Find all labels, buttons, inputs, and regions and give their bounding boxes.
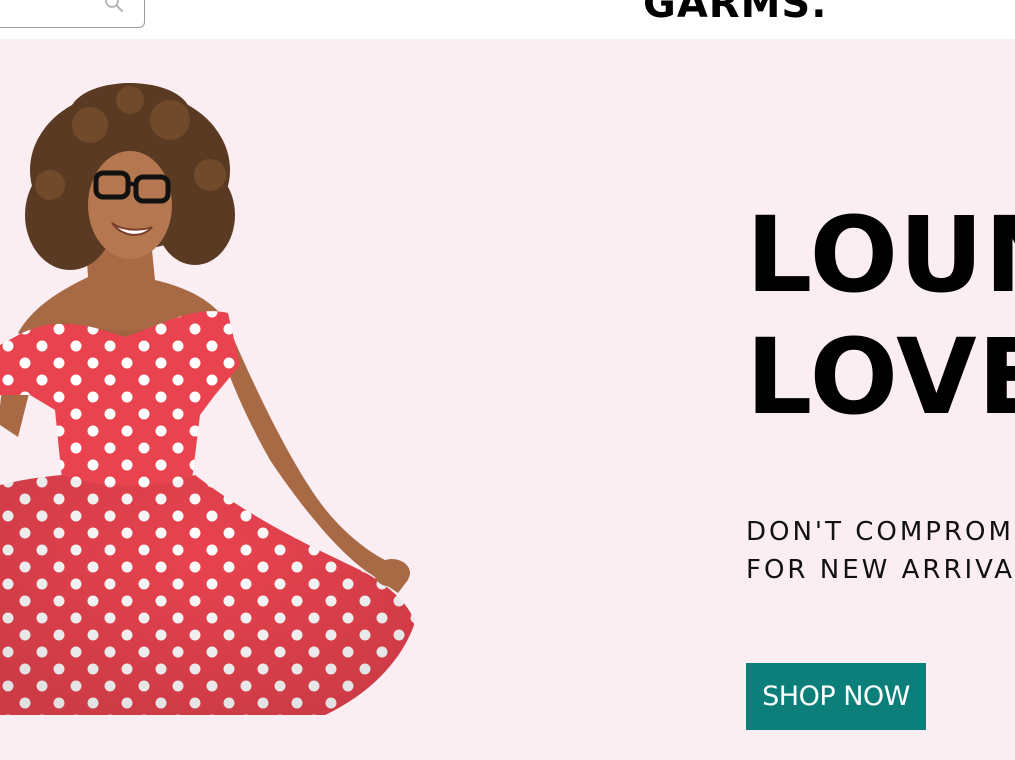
hero-subheading-line: DON'T COMPROM (746, 517, 1014, 547)
hero-banner: LOUN LOVE DON'T COMPROM FOR NEW ARRIVA S… (0, 39, 1015, 760)
hero-headline: LOUN LOVE (746, 194, 1015, 438)
hero-subheading-line: FOR NEW ARRIVA (746, 555, 1015, 585)
hero-headline-line: LOVE (746, 316, 1015, 438)
search-input[interactable] (0, 0, 145, 28)
hero-headline-line: LOUN (746, 194, 1015, 316)
site-header: GARMS. (0, 0, 1015, 39)
brand-logo[interactable]: GARMS. (643, 0, 827, 28)
shop-now-button[interactable]: SHOP NOW (746, 663, 926, 730)
search-icon[interactable] (103, 0, 125, 15)
hero-model-image (0, 83, 415, 715)
hero-subheading: DON'T COMPROM FOR NEW ARRIVA (746, 513, 1015, 589)
